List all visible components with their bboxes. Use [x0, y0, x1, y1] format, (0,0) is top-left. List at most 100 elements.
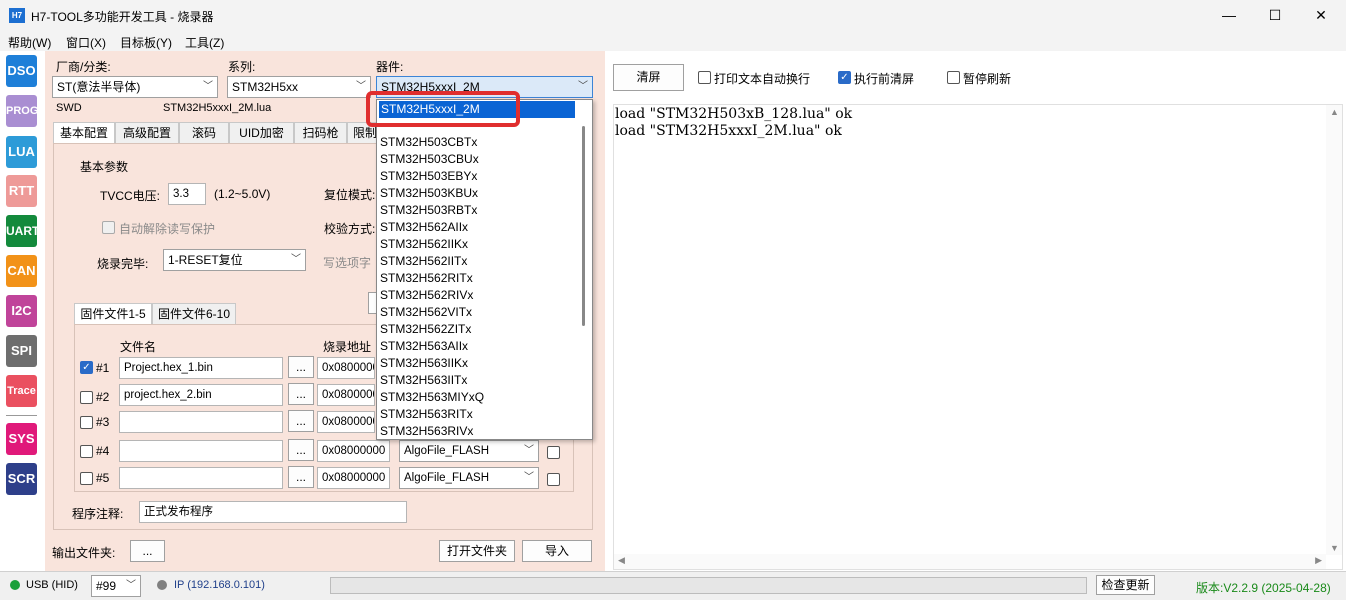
address-input[interactable]: 0x08000000 — [317, 357, 375, 379]
scroll-up-icon[interactable]: ▲ — [1330, 107, 1339, 117]
menu-target-board[interactable]: 目标板(Y) — [120, 34, 172, 51]
tool-rtt[interactable]: RTT — [6, 175, 37, 207]
vertical-scrollbar[interactable]: ▲ ▼ — [1326, 105, 1342, 555]
scroll-down-icon[interactable]: ▼ — [1330, 543, 1339, 553]
wrap-checkbox[interactable] — [698, 71, 711, 84]
dropdown-item[interactable]: STM32H562AIIx — [380, 219, 580, 236]
file-name-input[interactable] — [119, 440, 283, 462]
dropdown-item[interactable]: STM32H563IIKx — [380, 355, 580, 372]
dropdown-item[interactable]: STM32H563MIYxQ — [380, 389, 580, 406]
output-browse-button[interactable]: ... — [130, 540, 165, 562]
dropdown-scrollbar[interactable] — [582, 126, 585, 326]
file-name-input[interactable] — [119, 411, 283, 433]
address-input[interactable]: 0x08000000 — [317, 411, 375, 433]
address-input[interactable]: 0x08000000 — [317, 440, 390, 462]
menu-tools[interactable]: 工具(Z) — [185, 34, 224, 51]
dropdown-item[interactable]: STM32H503RBTx — [380, 202, 580, 219]
row-checkbox[interactable] — [80, 472, 93, 485]
file-name-input[interactable] — [119, 467, 283, 489]
device-number-value: #99 — [96, 579, 117, 593]
maximize-button[interactable]: ☐ — [1252, 0, 1298, 31]
vendor-select[interactable]: ST(意法半导体) ﹀ — [52, 76, 218, 98]
browse-button[interactable]: ... — [288, 466, 314, 488]
dropdown-item[interactable]: STM32H562RITx — [380, 270, 580, 287]
dropdown-item[interactable]: STM32H562IITx — [380, 253, 580, 270]
vendor-label: 厂商/分类: — [56, 60, 111, 74]
address-input[interactable]: 0x08000000 — [317, 384, 375, 406]
tab-firmware-1-5[interactable]: 固件文件1-5 — [74, 303, 152, 324]
dropdown-item[interactable]: STM32H503CBTx — [380, 134, 580, 151]
chevron-down-icon: ﹀ — [578, 81, 588, 92]
open-folder-button[interactable]: 打开文件夹 — [439, 540, 515, 562]
comment-input[interactable]: 正式发布程序 — [139, 501, 407, 523]
tab-firmware-6-10[interactable]: 固件文件6-10 — [152, 303, 236, 324]
tool-sys[interactable]: SYS — [6, 423, 37, 455]
app-icon: H7 — [9, 8, 25, 23]
log-output[interactable]: load "STM32H503xB_128.lua" ok load "STM3… — [613, 104, 1343, 570]
menu-help[interactable]: 帮助(W) — [8, 34, 51, 51]
tool-can[interactable]: CAN — [6, 255, 37, 287]
auto-unprotect-checkbox[interactable] — [102, 221, 115, 234]
tool-spi[interactable]: SPI — [6, 335, 37, 367]
browse-button[interactable]: ... — [288, 439, 314, 461]
tool-scr[interactable]: SCR — [6, 463, 37, 495]
dropdown-item[interactable]: STM32H563RITx — [380, 406, 580, 423]
clear-screen-button[interactable]: 清屏 — [613, 64, 684, 91]
dropdown-item[interactable]: STM32H562VITx — [380, 304, 580, 321]
tool-dso[interactable]: DSO — [6, 55, 37, 87]
dropdown-item[interactable]: STM32H563IITx — [380, 372, 580, 389]
dropdown-item[interactable]: STM32H563RIVx — [380, 423, 580, 439]
algo-checkbox[interactable] — [547, 473, 560, 486]
option-byte-label: 写选项字 — [323, 256, 372, 270]
tool-lua[interactable]: LUA — [6, 136, 37, 168]
dropdown-item[interactable]: STM32H562IIKx — [380, 236, 580, 253]
row-checkbox[interactable] — [80, 391, 93, 404]
close-button[interactable]: ✕ — [1298, 0, 1344, 31]
tab-uid-encrypt[interactable]: UID加密 — [229, 122, 294, 143]
browse-button[interactable]: ... — [288, 356, 314, 378]
tab-basic-config[interactable]: 基本配置 — [53, 122, 115, 143]
tool-i2c[interactable]: I2C — [6, 295, 37, 327]
dropdown-item[interactable]: STM32H503KBUx — [380, 185, 580, 202]
row-checkbox[interactable]: ✓ — [80, 361, 93, 374]
tab-scanner[interactable]: 扫码枪 — [294, 122, 347, 143]
device-number-select[interactable]: #99 ﹀ — [91, 575, 141, 597]
tool-trace[interactable]: Trace — [6, 375, 37, 407]
series-select[interactable]: STM32H5xx ﹀ — [227, 76, 371, 98]
row-number: #5 — [96, 471, 110, 485]
dropdown-item[interactable]: STM32H503CBUx — [380, 151, 580, 168]
import-button[interactable]: 导入 — [522, 540, 592, 562]
row-checkbox[interactable] — [80, 416, 93, 429]
tool-uart[interactable]: UART — [6, 215, 39, 247]
tab-advanced-config[interactable]: 高级配置 — [115, 122, 179, 143]
dropdown-item[interactable]: STM32H563AIIx — [380, 338, 580, 355]
browse-button[interactable]: ... — [288, 383, 314, 405]
dropdown-item[interactable]: STM32H562RIVx — [380, 287, 580, 304]
horizontal-scrollbar[interactable]: ◀ ▶ — [614, 554, 1326, 569]
clear-before-run-checkbox[interactable]: ✓ — [838, 71, 851, 84]
dropdown-item[interactable]: STM32H562ZITx — [380, 321, 580, 338]
dropdown-item[interactable]: STM32H503EBYx — [380, 168, 580, 185]
pause-checkbox[interactable] — [947, 71, 960, 84]
verify-label: 校验方式: — [324, 222, 376, 236]
minimize-button[interactable]: — — [1206, 0, 1252, 31]
scroll-left-icon[interactable]: ◀ — [618, 555, 625, 566]
col-filename: 文件名 — [120, 340, 157, 354]
scroll-right-icon[interactable]: ▶ — [1315, 555, 1322, 566]
file-name-input[interactable]: Project.hex_1.bin — [119, 357, 283, 379]
menu-window[interactable]: 窗口(X) — [66, 34, 106, 51]
device-dropdown-list[interactable]: STM32H5xxxI_2M STM32H503CBTx STM32H503CBU… — [376, 99, 593, 440]
tool-prog[interactable]: PROG — [6, 95, 38, 127]
browse-button[interactable]: ... — [288, 410, 314, 432]
algo-select[interactable]: AlgoFile_FLASH ﹀ — [399, 440, 539, 462]
tvcc-input[interactable]: 3.3 — [168, 183, 206, 205]
algo-checkbox[interactable] — [547, 446, 560, 459]
row-checkbox[interactable] — [80, 445, 93, 458]
tab-rolling-code[interactable]: 滚码 — [179, 122, 229, 143]
address-input[interactable]: 0x08000000 — [317, 467, 390, 489]
after-burn-select[interactable]: 1-RESET复位 ﹀ — [163, 249, 306, 271]
file-name-input[interactable]: project.hex_2.bin — [119, 384, 283, 406]
progress-bar — [330, 577, 1087, 594]
algo-select[interactable]: AlgoFile_FLASH ﹀ — [399, 467, 539, 489]
check-update-button[interactable]: 检查更新 — [1096, 575, 1155, 595]
